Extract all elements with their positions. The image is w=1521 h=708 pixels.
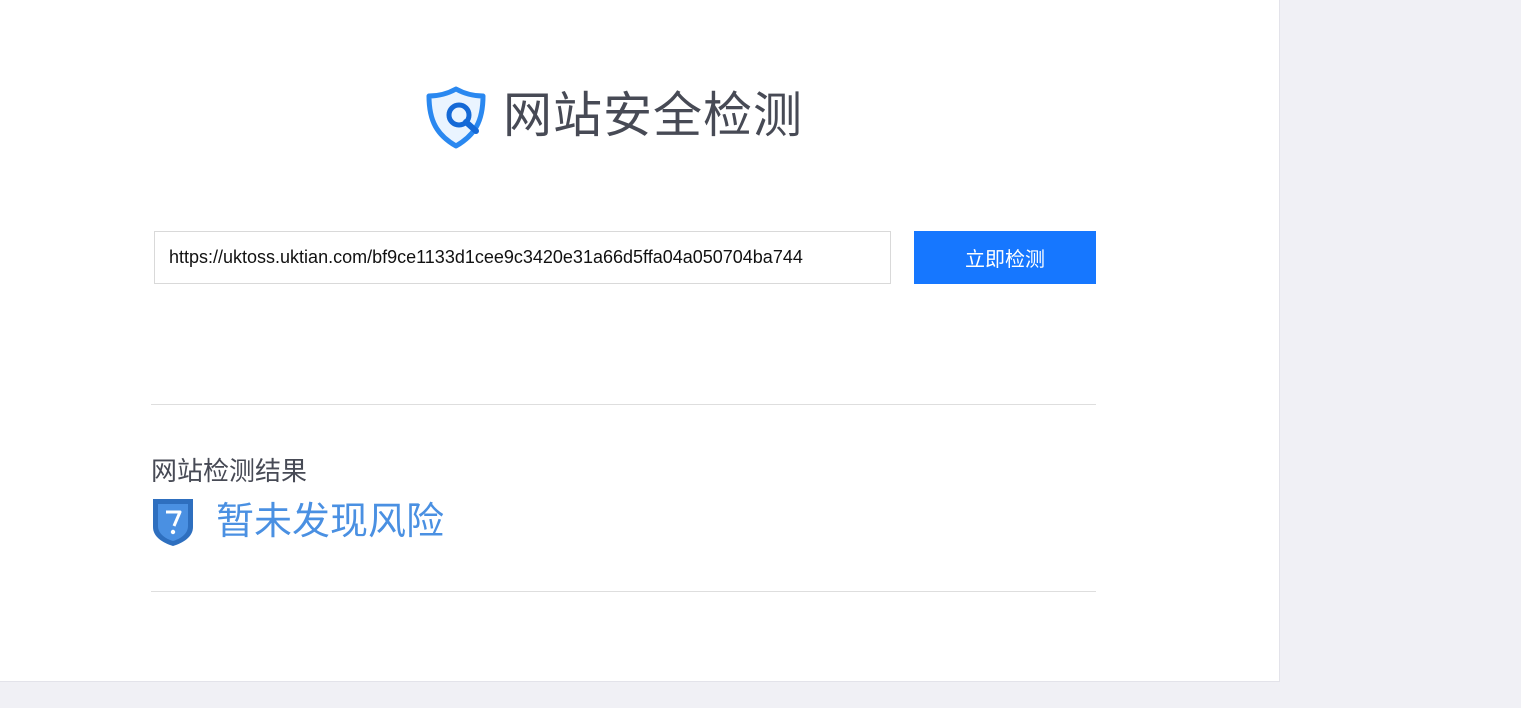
shield-check-icon	[153, 499, 193, 546]
result-status-row: 暂未发现风险	[151, 497, 444, 547]
check-now-button[interactable]: 立即检测	[914, 231, 1096, 284]
result-heading: 网站检测结果	[151, 456, 308, 486]
divider-bottom	[151, 591, 1096, 592]
shield-search-icon	[426, 86, 486, 149]
main-card: 网站安全检测 立即检测 网站检测结果 暂未发现风险	[0, 0, 1280, 682]
url-input[interactable]	[154, 231, 891, 284]
result-status: 暂未发现风险	[216, 501, 445, 543]
divider-top	[151, 404, 1096, 405]
brand-header: 网站安全检测	[423, 82, 803, 150]
brand-title: 网站安全检测	[503, 88, 804, 143]
